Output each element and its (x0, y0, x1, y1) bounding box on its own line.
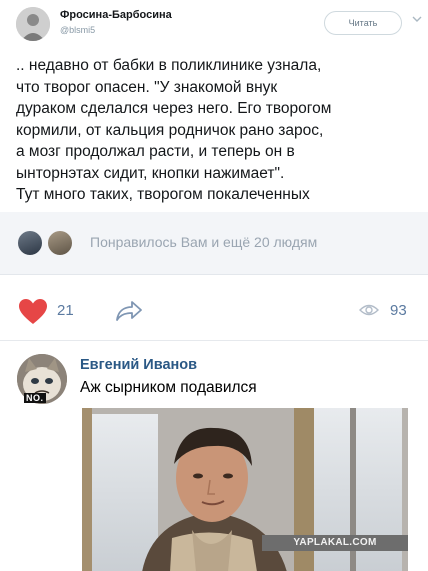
post-actions-bar: 21 93 (0, 274, 428, 340)
chevron-down-icon[interactable] (412, 14, 422, 27)
likes-summary-text[interactable]: Понравилось Вам и ещё 20 людям (90, 234, 317, 250)
share-icon[interactable] (115, 300, 143, 327)
eye-icon (359, 303, 379, 322)
tweet-text: .. недавно от бабки в поликлинике узнала… (16, 57, 332, 203)
avatar-caption: NO. (24, 393, 46, 403)
tweet-author-name[interactable]: Фросина-Барбосина (60, 9, 172, 21)
vk-post: Понравилось Вам и ещё 20 людям 21 93 NO.… (0, 212, 428, 571)
comment-text: Аж сырником подавился (80, 379, 257, 396)
watermark: YAPLAKAL.COM (262, 535, 408, 551)
tweet-author-avatar[interactable] (16, 7, 50, 41)
views-count: 93 (390, 302, 407, 319)
likes-summary-row[interactable]: Понравилось Вам и ещё 20 людям (0, 212, 428, 274)
tweet-author-handle[interactable]: @blsmi5 (60, 25, 95, 35)
tweet-card: Фросина-Барбосина @blsmi5 Читать .. неда… (0, 0, 428, 212)
like-count[interactable]: 21 (57, 302, 74, 319)
liker-avatar[interactable] (46, 229, 74, 257)
liker-avatar[interactable] (16, 229, 44, 257)
heart-icon[interactable] (18, 298, 48, 330)
follow-button[interactable]: Читать (324, 11, 402, 35)
commenter-name[interactable]: Евгений Иванов (80, 357, 197, 373)
